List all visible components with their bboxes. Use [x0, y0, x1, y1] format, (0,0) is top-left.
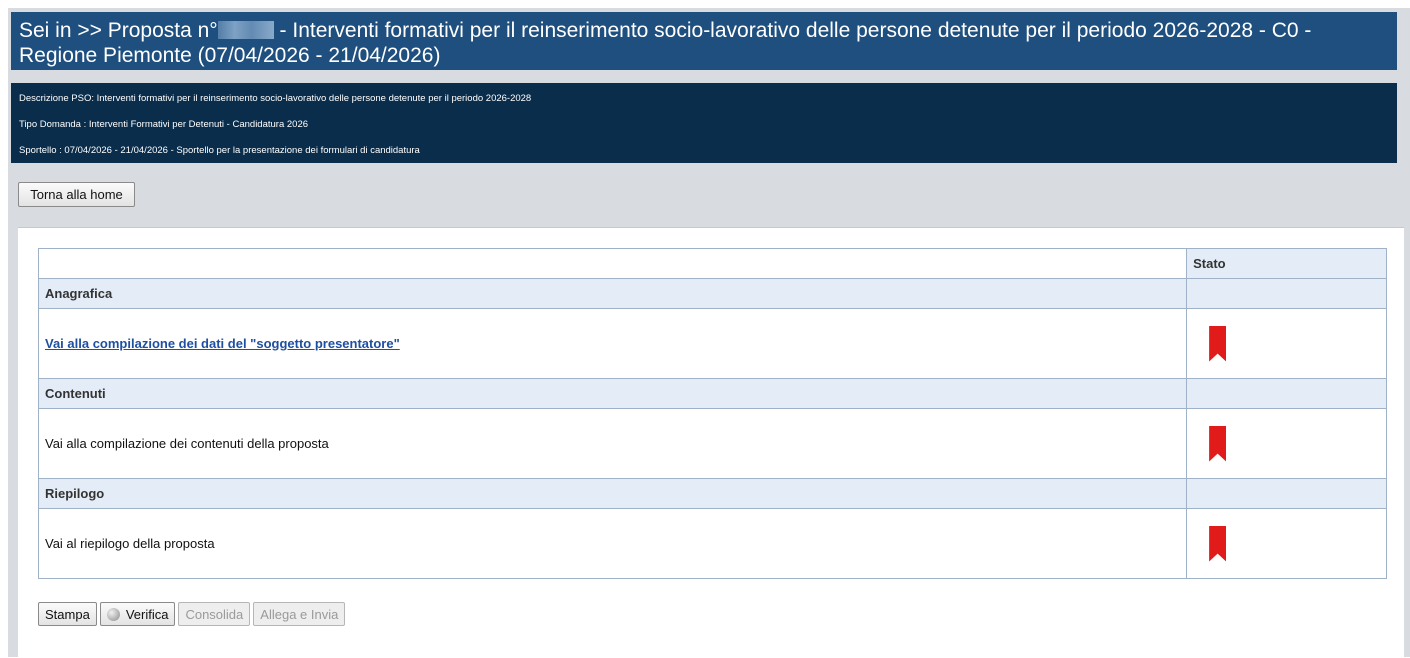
bookmark-red-icon [1209, 525, 1227, 562]
title-prefix: Sei in >> Proposta n° [19, 19, 218, 42]
bookmark-red-icon [1209, 325, 1227, 362]
column-header-stato: Stato [1186, 248, 1387, 279]
status-cell-contenuti [1186, 408, 1387, 479]
stampa-button[interactable]: Stampa [38, 602, 97, 626]
item-cell-anagrafica: Vai alla compilazione dei dati del "sogg… [37, 308, 1188, 379]
info-sportello: Sportello : 07/04/2026 - 21/04/2026 - Sp… [19, 145, 420, 156]
verifica-button[interactable]: Verifica [99, 602, 176, 626]
section-status-empty [1186, 478, 1387, 509]
verifica-label: Verifica [125, 606, 169, 622]
header-empty-cell [37, 248, 1188, 279]
section-row-riepilogo: Riepilogo [37, 478, 1387, 509]
section-status-empty [1186, 378, 1387, 409]
section-title-riepilogo: Riepilogo [37, 478, 1188, 509]
content-panel: Stato Anagrafica Vai alla compilazione d… [18, 227, 1404, 658]
back-home-button[interactable]: Torna alla home [18, 182, 135, 207]
consolida-button[interactable]: Consolida [178, 602, 251, 626]
status-cell-riepilogo [1186, 508, 1387, 579]
bookmark-red-icon [1209, 425, 1227, 462]
redacted-proposal-number [217, 21, 274, 39]
info-descrizione: Descrizione PSO: Interventi formativi pe… [19, 93, 532, 104]
info-panel: Descrizione PSO: Interventi formativi pe… [11, 83, 1397, 163]
info-tipo-domanda: Tipo Domanda : Interventi Formativi per … [19, 119, 309, 130]
item-row-riepilogo: Vai al riepilogo della proposta [37, 508, 1387, 579]
item-row-anagrafica: Vai alla compilazione dei dati del "sogg… [37, 308, 1387, 379]
sections-table: Stato Anagrafica Vai alla compilazione d… [37, 248, 1387, 579]
status-cell-anagrafica [1186, 308, 1387, 379]
section-row-contenuti: Contenuti [37, 378, 1387, 409]
soggetto-presentatore-link[interactable]: Vai alla compilazione dei dati del "sogg… [45, 336, 400, 351]
section-status-empty [1186, 278, 1387, 309]
allega-invia-button[interactable]: Allega e Invia [253, 602, 346, 626]
status-dot-icon [106, 607, 120, 621]
item-row-contenuti: Vai alla compilazione dei contenuti dell… [37, 408, 1387, 479]
section-title-anagrafica: Anagrafica [37, 278, 1188, 309]
action-buttons: Stampa Verifica Consolida Allega e Invia [38, 602, 348, 626]
item-label-riepilogo: Vai al riepilogo della proposta [37, 508, 1188, 579]
table-header-row: Stato [37, 248, 1387, 279]
item-label-contenuti: Vai alla compilazione dei contenuti dell… [37, 408, 1188, 479]
page-title: Sei in >> Proposta n° - Interventi forma… [11, 12, 1397, 70]
section-row-anagrafica: Anagrafica [37, 278, 1387, 309]
section-title-contenuti: Contenuti [37, 378, 1188, 409]
